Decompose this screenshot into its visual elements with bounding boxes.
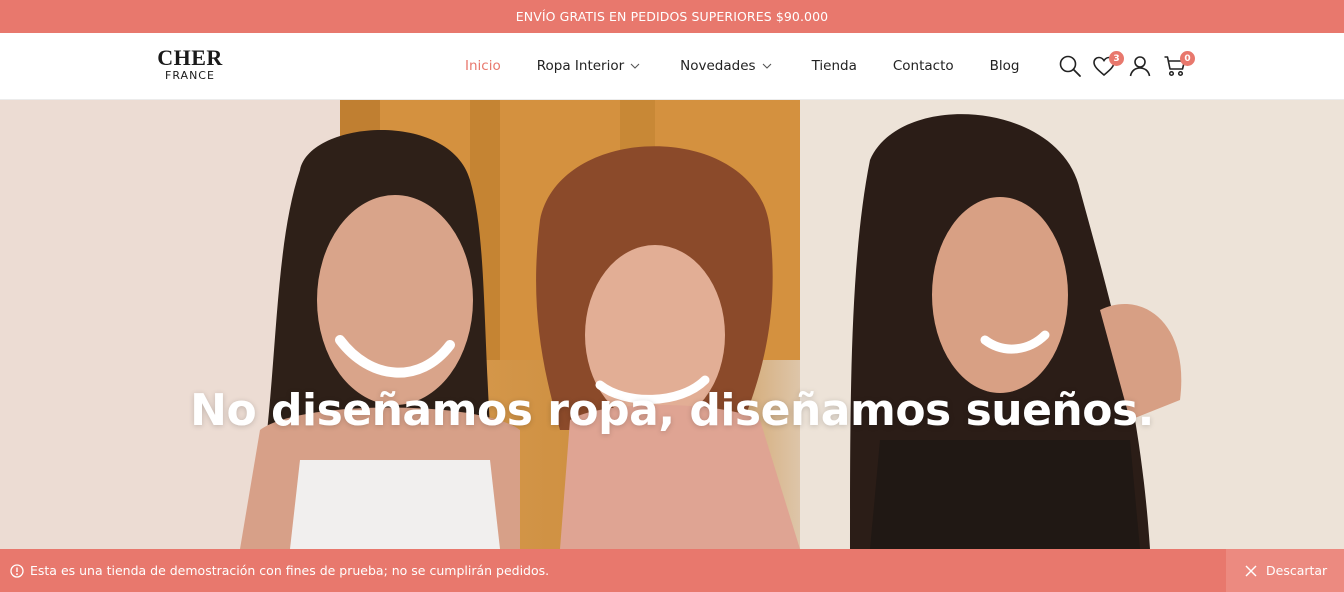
demo-store-notice: Esta es una tienda de demostración con f…	[0, 549, 1344, 592]
nav-item-contacto[interactable]: Contacto	[893, 58, 954, 74]
cart-button[interactable]: 0	[1159, 50, 1195, 82]
notice-message: Esta es una tienda de demostración con f…	[10, 549, 549, 592]
logo-sub-text: FRANCE	[165, 69, 215, 82]
logo-main-text: CHER	[157, 45, 223, 70]
main-nav: Inicio Ropa Interior Novedades Tienda Co…	[465, 33, 1056, 99]
nav-item-novedades[interactable]: Novedades	[680, 58, 771, 74]
account-button[interactable]	[1124, 50, 1156, 82]
nav-item-ropa-interior[interactable]: Ropa Interior	[537, 58, 640, 74]
close-icon	[1244, 564, 1258, 578]
info-icon	[10, 563, 24, 578]
hero-banner[interactable]: No diseñamos ropa, diseñamos sueños.	[0, 100, 1344, 549]
nav-item-label: Contacto	[892, 58, 954, 74]
hero-title: No diseñamos ropa, diseñamos sueños.	[190, 385, 1154, 436]
logo[interactable]: CHER FRANCE	[150, 45, 230, 83]
notice-text: Esta es una tienda de demostración con f…	[30, 563, 550, 578]
announcement-bar: ENVÍO GRATIS EN PEDIDOS SUPERIORES $90.0…	[0, 0, 1344, 33]
nav-item-inicio[interactable]: Inicio	[465, 58, 501, 74]
nav-item-label: Novedades	[680, 58, 756, 74]
dismiss-button[interactable]: Descartar	[1226, 549, 1344, 592]
site-header: CHER FRANCE Inicio Ropa Interior Novedad…	[0, 33, 1344, 100]
dismiss-label: Descartar	[1266, 563, 1328, 578]
chevron-down-icon	[762, 61, 772, 71]
nav-item-blog[interactable]: Blog	[990, 58, 1020, 74]
nav-item-label: Blog	[989, 58, 1020, 74]
chevron-down-icon	[630, 61, 640, 71]
nav-item-tienda[interactable]: Tienda	[812, 58, 857, 74]
nav-item-label: Inicio	[465, 58, 501, 74]
hero-image	[0, 100, 1344, 549]
wishlist-button[interactable]: 3	[1088, 50, 1124, 82]
nav-item-label: Ropa Interior	[536, 58, 625, 74]
announcement-text: ENVÍO GRATIS EN PEDIDOS SUPERIORES $90.0…	[515, 9, 829, 24]
user-icon	[1129, 56, 1151, 77]
wishlist-count-badge: 3	[1109, 51, 1124, 66]
search-icon	[1059, 55, 1081, 77]
search-button[interactable]	[1054, 50, 1086, 82]
nav-item-label: Tienda	[811, 58, 857, 74]
cart-count-badge: 0	[1180, 51, 1195, 66]
